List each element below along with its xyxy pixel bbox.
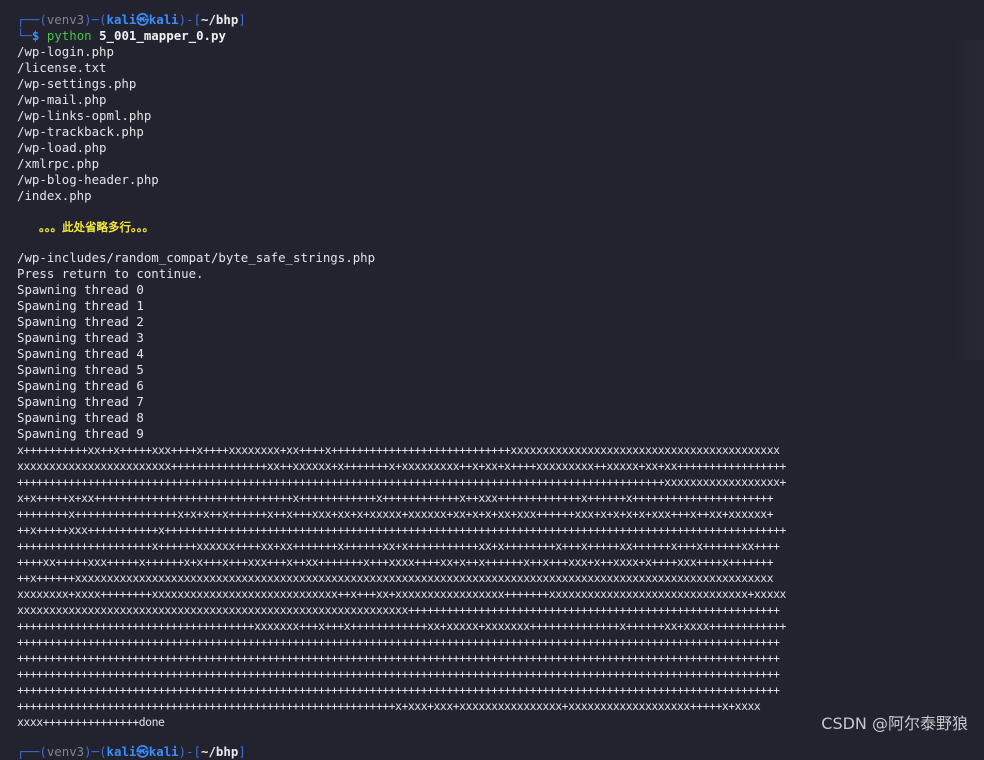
csdn-watermark: CSDN @阿尔泰野狼: [821, 714, 968, 733]
command-line: └─$ python 5_001_mapper_0.py: [17, 28, 979, 44]
prompt-bracket-open: )-[: [178, 12, 202, 27]
file-line: /index.php: [17, 188, 92, 203]
output-line: Spawning thread 8: [17, 410, 144, 425]
output-line: Spawning thread 6: [17, 378, 144, 393]
user-host: kali㉿kali: [106, 12, 179, 27]
prompt-corner: ┌──(: [17, 12, 47, 27]
output-line: Press return to continue.: [17, 266, 204, 281]
file-line: /wp-blog-header.php: [17, 172, 159, 187]
progress-line: ++++++++++++++++++++++++++++++++++++++++…: [17, 635, 780, 649]
output-line: Spawning thread 9: [17, 426, 144, 441]
output-line: /wp-includes/random_compat/byte_safe_str…: [17, 250, 376, 265]
terminal-output[interactable]: ┌──(venv3)─(kali㉿kali)-[~/bhp] └─$ pytho…: [17, 12, 979, 760]
output-line: Spawning thread 7: [17, 394, 144, 409]
file-line: /wp-login.php: [17, 44, 114, 59]
file-line: /wp-load.php: [17, 140, 107, 155]
output-line: Spawning thread 5: [17, 362, 144, 377]
output-line: Spawning thread 3: [17, 330, 144, 345]
progress-line: ++++++++++++++++++++++++++++++++++++++++…: [17, 475, 786, 489]
user-host: kali㉿kali: [106, 744, 179, 759]
prompt-corner: ┌──(: [17, 744, 47, 759]
prompt-separator: )─(: [84, 744, 107, 759]
progress-line: x+x+++++x+xx++++++++++++++++++++++++++++…: [17, 491, 774, 505]
omitted-lines-note: 。。。此处省略多行。。。: [39, 220, 154, 234]
progress-line: ++++++++++++++++++++++++++++++++++++++++…: [17, 683, 780, 697]
file-line: /wp-settings.php: [17, 76, 137, 91]
progress-line: +++++++++++++++++++++x++++++xxxxxx++++xx…: [17, 539, 780, 553]
file-line: /wp-trackback.php: [17, 124, 144, 139]
prompt-line-next: ┌──(venv3)─(kali㉿kali)-[~/bhp]: [17, 744, 979, 760]
prompt-line-top: ┌──(venv3)─(kali㉿kali)-[~/bhp]: [17, 12, 979, 28]
prompt-separator: )─(: [84, 12, 107, 27]
progress-line: ++x++++++xxxxxxxxxxxxxxxxxxxxxxxxxxxxxxx…: [17, 571, 774, 585]
working-directory: ~/bhp: [201, 12, 239, 27]
progress-line: +++++++++++++++++++++++++++++++++++++xxx…: [17, 619, 786, 633]
progress-line: ++++xx+++++xxx+++++x++++++x+x+++x+++xxx+…: [17, 555, 774, 569]
progress-line: xxxxxxxxxxxxxxxxxxxxxxxxxxxxxxxxxxxxxxxx…: [17, 603, 780, 617]
progress-line: ++++++++x++++++++++++++++x+x+x++x++++++x…: [17, 507, 774, 521]
file-list: /wp-login.php /license.txt /wp-settings.…: [17, 44, 979, 204]
output-line: Spawning thread 2: [17, 314, 144, 329]
prompt-bracket-close: ]: [238, 12, 246, 27]
prompt-bracket-close: ]: [238, 744, 246, 759]
command-name: python: [46, 28, 92, 43]
venv-name: venv3: [46, 12, 85, 27]
progress-line: xxxxxxxxxxxxxxxxxxxxxxxx+++++++++++++++x…: [17, 459, 786, 473]
progress-line: ++x+++++xxx+++++++++++x+++++++++++++++++…: [17, 523, 786, 537]
file-line: /wp-links-opml.php: [17, 108, 152, 123]
progress-line: ++++++++++++++++++++++++++++++++++++++++…: [17, 667, 780, 681]
progress-output: x++++++++++xx++x+++++xxx++++x++++xxxxxxx…: [17, 442, 979, 730]
thread-output: /wp-includes/random_compat/byte_safe_str…: [17, 250, 979, 442]
prompt-corner-bottom: └─: [17, 28, 32, 43]
prompt-bracket-open: )-[: [178, 744, 202, 759]
progress-line: ++++++++++++++++++++++++++++++++++++++++…: [17, 651, 780, 665]
file-line: /wp-mail.php: [17, 92, 107, 107]
output-line: Spawning thread 0: [17, 282, 144, 297]
output-line: Spawning thread 1: [17, 298, 144, 313]
file-line: /license.txt: [17, 60, 107, 75]
working-directory: ~/bhp: [201, 744, 239, 759]
prompt-dollar: $: [31, 28, 40, 43]
venv-name: venv3: [46, 744, 85, 759]
command-argument: 5_001_mapper_0.py: [99, 28, 226, 43]
progress-line: xxxxxxxx+xxxx++++++++xxxxxxxxxxxxxxxxxxx…: [17, 587, 786, 601]
output-line: Spawning thread 4: [17, 346, 144, 361]
file-line: /xmlrpc.php: [17, 156, 100, 171]
progress-line: x++++++++++xx++x+++++xxx++++x++++xxxxxxx…: [17, 443, 780, 457]
